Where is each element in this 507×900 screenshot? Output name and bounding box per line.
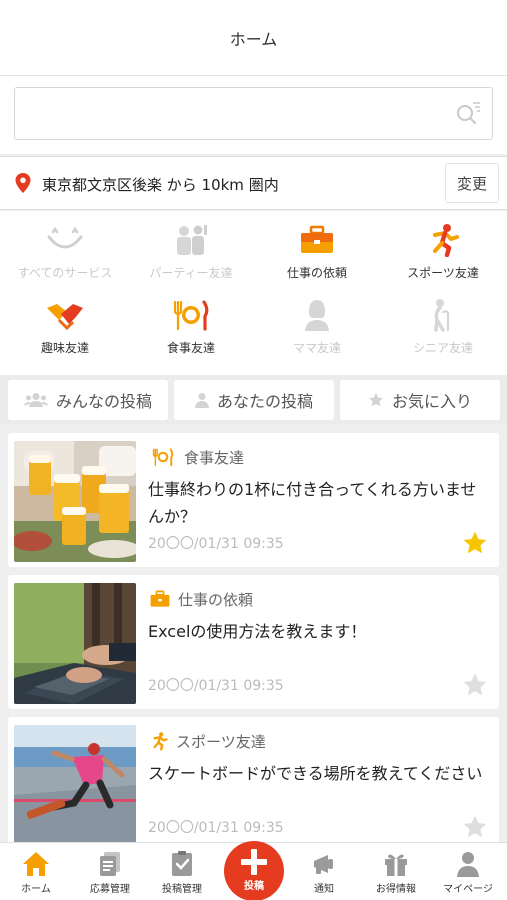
skateboarder-photo <box>14 725 136 842</box>
nav-mypage[interactable]: マイページ <box>432 843 504 900</box>
fork-plate-knife-icon <box>152 448 174 467</box>
nav-home[interactable]: ホーム <box>0 843 72 900</box>
category-mom-friends[interactable]: ママ友達 <box>254 286 380 366</box>
megaphone-icon <box>314 855 333 874</box>
nav-label: 通知 <box>314 884 334 895</box>
nav-label: 投稿管理 <box>162 884 202 895</box>
briefcase-icon <box>301 225 333 253</box>
fork-plate-knife-icon <box>173 300 209 331</box>
location-pin-icon <box>15 173 31 193</box>
nav-label: 応募管理 <box>90 884 130 895</box>
post-card[interactable]: スポーツ友達 スケートボードができる場所を教えてください 20〇〇/01/31 … <box>8 717 499 842</box>
tab-label: お気に入り <box>391 392 472 411</box>
home-icon <box>23 852 49 876</box>
post-category: スポーツ友達 <box>148 730 266 752</box>
nav-applications[interactable]: 応募管理 <box>74 843 146 900</box>
favorite-star-icon[interactable] <box>462 814 488 840</box>
category-label: シニア友達 <box>412 341 473 355</box>
nav-label: ホーム <box>21 884 51 895</box>
nav-deals[interactable]: お得情報 <box>360 843 432 900</box>
mom-icon <box>305 300 329 331</box>
runner-icon <box>153 732 168 751</box>
post-card[interactable]: 食事友達 仕事終わりの1杯に付き合ってくれる方いませんか？ 20〇〇/01/31… <box>8 433 499 567</box>
bottom-nav: ホーム 応募管理 投稿管理 投稿 通知 お得情報 マイページ <box>0 841 507 900</box>
category-label: 食事友達 <box>166 341 215 355</box>
location-bar: 東京都文京区後楽 から 10km 圏内 変更 <box>0 156 507 210</box>
post-title: Excelの使用方法を教えます！ <box>148 622 367 641</box>
party-people-icon <box>177 225 207 255</box>
post-date: 20〇〇/01/31 09:35 <box>148 678 284 694</box>
search-icon[interactable] <box>454 100 482 128</box>
category-sports-friends[interactable]: スポーツ友達 <box>380 211 506 291</box>
post-filter-tabs: みんなの投稿 あなたの投稿 お気に入り <box>0 375 507 425</box>
checklist-icon <box>172 851 192 876</box>
search-area <box>0 76 507 154</box>
location-text: 東京都文京区後楽 から 10km 圏内 <box>42 176 279 194</box>
nav-notifications[interactable]: 通知 <box>288 843 360 900</box>
category-label: 趣味友達 <box>40 341 89 355</box>
tab-label: あなたの投稿 <box>216 392 313 411</box>
nav-label: マイページ <box>443 884 493 895</box>
beer-toast-photo <box>14 441 136 562</box>
post-card[interactable]: 仕事の依頼 Excelの使用方法を教えます！ 20〇〇/01/31 09:35 <box>8 575 499 709</box>
post-category: 食事友達 <box>148 446 244 468</box>
page-title: ホーム <box>229 29 278 49</box>
favorite-star-icon[interactable] <box>462 530 488 556</box>
nav-label: 投稿 <box>244 881 264 892</box>
category-grid: すべてのサービス パーティー友達 仕事の依頼 スポーツ友達 趣味友達 食事友達 … <box>0 211 507 375</box>
category-hobby-friends[interactable]: 趣味友達 <box>2 286 128 366</box>
plus-icon <box>241 849 267 875</box>
post-title: 仕事終わりの1杯に付き合ってくれる方いませんか？ <box>148 480 477 526</box>
post-title: スケートボードができる場所を教えてください <box>148 764 483 783</box>
search-box[interactable] <box>14 87 493 140</box>
post-feed: 食事友達 仕事終わりの1杯に付き合ってくれる方いませんか？ 20〇〇/01/31… <box>0 425 507 842</box>
category-label: 仕事の依頼 <box>286 266 347 280</box>
category-label: すべてのサービス <box>17 266 113 280</box>
tab-your-posts[interactable]: あなたの投稿 <box>174 380 334 420</box>
nav-post-button[interactable]: 投稿 <box>222 841 286 900</box>
handshake-icon <box>47 304 83 331</box>
category-label: ママ友達 <box>292 341 341 355</box>
tab-everyone-posts[interactable]: みんなの投稿 <box>8 380 168 420</box>
documents-icon <box>100 852 120 876</box>
category-party-friends[interactable]: パーティー友達 <box>128 211 254 291</box>
change-location-button[interactable]: 変更 <box>445 163 499 203</box>
star-icon <box>368 393 383 407</box>
post-category: 仕事の依頼 <box>148 588 253 610</box>
tab-favorites[interactable]: お気に入り <box>340 380 500 420</box>
category-work-request[interactable]: 仕事の依頼 <box>254 211 380 291</box>
post-category-label: 仕事の依頼 <box>178 590 254 609</box>
post-category-label: 食事友達 <box>184 448 245 467</box>
category-senior-friends[interactable]: シニア友達 <box>380 286 506 366</box>
smile-icon <box>47 226 83 249</box>
laptop-typing-photo <box>14 583 136 704</box>
user-icon <box>457 852 479 877</box>
users-icon <box>23 393 48 407</box>
app-header: ホーム <box>0 0 507 76</box>
senior-cane-icon <box>434 299 450 332</box>
search-input[interactable] <box>25 88 445 139</box>
briefcase-icon <box>150 590 170 607</box>
category-dining-friends[interactable]: 食事友達 <box>128 286 254 366</box>
category-label: パーティー友達 <box>149 266 233 280</box>
favorite-star-icon[interactable] <box>462 672 488 698</box>
post-date: 20〇〇/01/31 09:35 <box>148 820 284 836</box>
post-category-label: スポーツ友達 <box>176 732 266 751</box>
post-date: 20〇〇/01/31 09:35 <box>148 536 284 552</box>
nav-label: お得情報 <box>376 884 416 895</box>
category-all-services[interactable]: すべてのサービス <box>2 211 128 291</box>
runner-icon <box>433 224 459 257</box>
user-icon <box>194 393 209 408</box>
gift-icon <box>385 854 407 876</box>
category-label: スポーツ友達 <box>407 266 479 280</box>
nav-posts-manage[interactable]: 投稿管理 <box>146 843 218 900</box>
tab-label: みんなの投稿 <box>55 392 152 411</box>
